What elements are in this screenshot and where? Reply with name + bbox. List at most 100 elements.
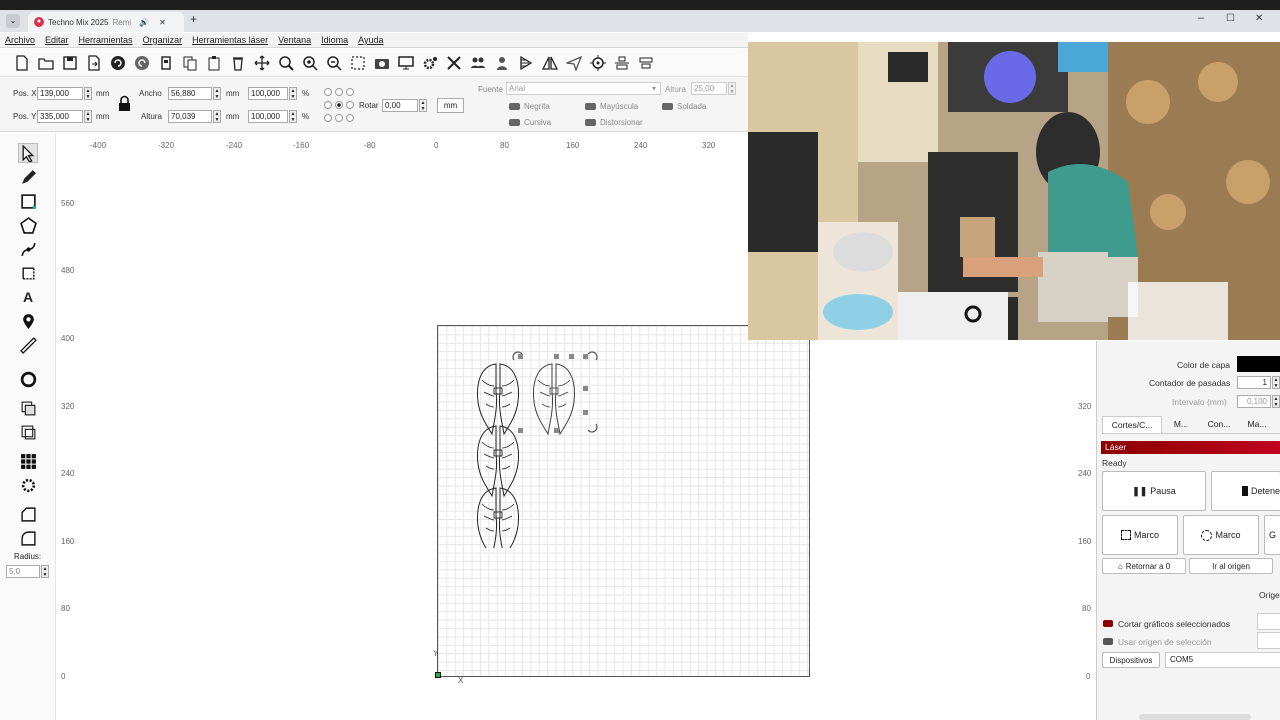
target-icon[interactable] (588, 53, 607, 72)
menu-ayuda[interactable]: Ayuda (353, 33, 388, 47)
menu-herramientas[interactable]: Herramientas (74, 33, 138, 47)
marco-rect-button[interactable]: Marco (1102, 515, 1178, 555)
altura-spinner[interactable]: ▲ ▼ (213, 110, 221, 123)
menu-ventana[interactable]: Ventana (273, 33, 316, 47)
browser-tab[interactable]: ● Techno Mix 2025 Remi 🔊 ✕ (28, 12, 184, 32)
ancho-pct-input[interactable]: 100,000 (248, 87, 288, 100)
paste-icon[interactable] (204, 53, 223, 72)
posy-input[interactable]: 335,000 (37, 110, 83, 123)
tools-icon[interactable] (444, 53, 463, 72)
lock-icon[interactable] (118, 95, 131, 112)
menu-organizar[interactable]: Organizar (138, 33, 188, 47)
offset-tool-icon[interactable] (18, 263, 38, 283)
tab-list-button[interactable]: ⌄ (6, 14, 20, 28)
menu-herramientas-laser[interactable]: Herramientas láser (187, 33, 273, 47)
measure-tool-icon[interactable] (18, 335, 38, 355)
detener-button[interactable]: Detene (1211, 471, 1280, 511)
maximize-button[interactable]: ☐ (1226, 13, 1235, 24)
soldada-toggle[interactable] (662, 103, 673, 110)
units-button[interactable]: mm (437, 98, 464, 113)
ancho-spinner[interactable]: ▲ ▼ (213, 87, 221, 100)
font-altura-input[interactable]: 25,00 (691, 82, 727, 95)
shape-bevel-icon[interactable] (18, 504, 38, 524)
copy-layer-icon[interactable] (18, 398, 38, 418)
intervalo-input[interactable]: 0,100 (1237, 395, 1271, 408)
anchor-point-grid[interactable] (322, 86, 356, 124)
altura-pct-spinner[interactable]: ▲ ▼ (289, 110, 297, 123)
close-window-button[interactable]: ✕ (1255, 13, 1263, 24)
contador-spinner[interactable]: ▲ ▼ (1272, 376, 1280, 389)
text-tool-icon[interactable]: A (18, 287, 38, 307)
duplicate-icon[interactable] (18, 422, 38, 442)
zoom-selection-icon[interactable] (348, 53, 367, 72)
node-edit-tool-icon[interactable] (18, 239, 38, 259)
font-altura-spinner[interactable]: ▲ ▼ (728, 82, 736, 95)
pen-tool-icon[interactable] (18, 167, 38, 187)
shape-rounded-icon[interactable] (18, 528, 38, 548)
tab-close-button[interactable]: ✕ (159, 18, 166, 27)
redo-icon[interactable] (132, 53, 151, 72)
contador-input[interactable]: 1 (1237, 376, 1271, 389)
ancho-pct-spinner[interactable]: ▲ ▼ (289, 87, 297, 100)
radius-spinner[interactable]: ▲ ▼ (41, 565, 49, 578)
minimize-button[interactable]: – (1198, 12, 1204, 24)
rectangle-tool-icon[interactable] (18, 191, 38, 211)
delete-icon[interactable] (228, 53, 247, 72)
settings-gear-icon[interactable] (420, 53, 439, 72)
negrita-toggle[interactable] (509, 103, 520, 110)
camera-icon[interactable] (372, 53, 391, 72)
circle-tool-icon[interactable] (18, 369, 38, 389)
distribute-icon[interactable] (636, 53, 655, 72)
zoom-out-icon[interactable] (324, 53, 343, 72)
cut-icon[interactable] (156, 53, 175, 72)
flip-icon[interactable] (516, 53, 535, 72)
rotar-spinner[interactable]: ▲ ▼ (419, 99, 427, 112)
work-area-canvas[interactable]: Y X (433, 325, 810, 685)
open-folder-icon[interactable] (36, 53, 55, 72)
altura-input[interactable]: 70,039 (168, 110, 212, 123)
align-icon[interactable] (612, 53, 631, 72)
usar-origen-toggle[interactable] (1103, 638, 1113, 645)
com-port-select[interactable]: COM5 (1165, 652, 1280, 668)
export-icon[interactable] (84, 53, 103, 72)
menu-idioma[interactable]: Idioma (316, 33, 353, 47)
posx-spinner[interactable]: ▲ ▼ (84, 87, 92, 100)
marco-circle-button[interactable]: Marco (1183, 515, 1259, 555)
ancho-input[interactable]: 56,880 (168, 87, 212, 100)
cursiva-toggle[interactable] (509, 119, 520, 126)
menu-editar[interactable]: Editar (40, 33, 74, 47)
cortar-select[interactable] (1257, 613, 1280, 630)
copy-icon[interactable] (180, 53, 199, 72)
zoom-fit-icon[interactable] (276, 53, 295, 72)
usar-origen-select[interactable] (1257, 632, 1280, 649)
g-button[interactable]: G (1264, 515, 1280, 555)
select-tool-icon[interactable] (18, 143, 38, 163)
monitor-icon[interactable] (396, 53, 415, 72)
send-icon[interactable] (564, 53, 583, 72)
radius-input[interactable]: 5,0 (6, 565, 40, 578)
zoom-in-icon[interactable] (300, 53, 319, 72)
menu-archivo[interactable]: Archivo (0, 33, 40, 47)
ungroup-icon[interactable] (492, 53, 511, 72)
position-marker-icon[interactable] (18, 311, 38, 331)
rotar-input[interactable]: 0,00 (382, 99, 418, 112)
layer-color-swatch[interactable] (1237, 356, 1280, 372)
undo-icon[interactable] (108, 53, 127, 72)
posx-input[interactable]: 139,000 (37, 87, 83, 100)
new-file-icon[interactable] (12, 53, 31, 72)
tab-con[interactable]: Con... (1200, 416, 1238, 433)
ir-origen-button[interactable]: Ir al origen (1189, 558, 1273, 574)
new-tab-button[interactable]: + (190, 12, 197, 26)
posy-spinner[interactable]: ▲ ▼ (84, 110, 92, 123)
tab-cortes[interactable]: Cortes/C... (1102, 416, 1162, 433)
retornar-button[interactable]: ⌂ Retornar a 0 (1102, 558, 1186, 574)
panel-scrollbar[interactable] (1139, 714, 1251, 720)
distorsionar-toggle[interactable] (585, 119, 596, 126)
mayuscula-toggle[interactable] (585, 103, 596, 110)
tab-ma[interactable]: Ma... (1238, 416, 1276, 433)
font-select[interactable]: Arial (506, 82, 661, 95)
cortar-toggle[interactable] (1103, 620, 1113, 627)
grid-array-icon[interactable] (18, 451, 38, 471)
move-icon[interactable] (252, 53, 271, 72)
altura-pct-input[interactable]: 100,000 (248, 110, 288, 123)
